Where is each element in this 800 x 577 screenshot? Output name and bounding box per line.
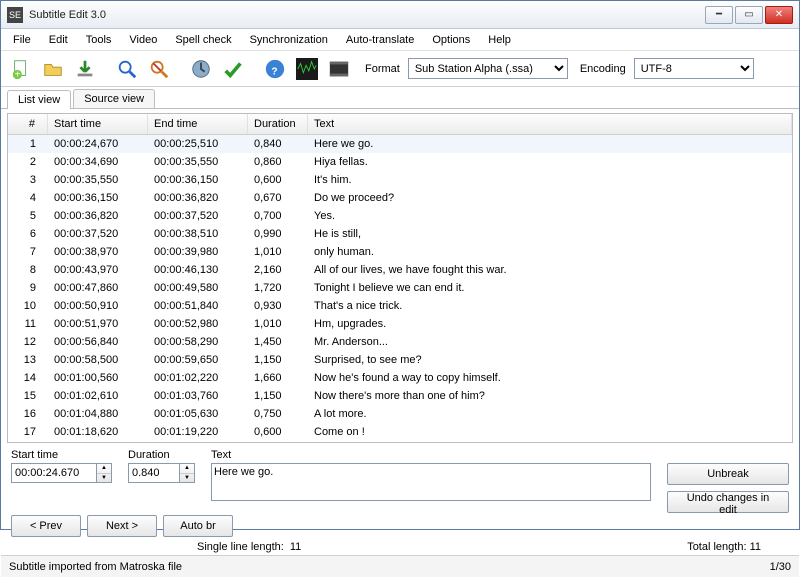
title-bar: SE Subtitle Edit 3.0 ━ ▭ ✕ (1, 1, 799, 29)
table-row[interactable]: 500:00:36,82000:00:37,5200,700Yes. (8, 207, 792, 225)
col-duration[interactable]: Duration (248, 114, 308, 134)
table-row[interactable]: 1600:01:04,88000:01:05,6300,750A lot mor… (8, 405, 792, 423)
duration-spinner[interactable]: ▲▼ (180, 463, 195, 483)
menu-edit[interactable]: Edit (41, 32, 76, 48)
table-row[interactable]: 1400:01:00,56000:01:02,2201,660Now he's … (8, 369, 792, 387)
duration-label: Duration (128, 449, 195, 461)
autobr-button[interactable]: Auto br (163, 515, 233, 537)
text-input[interactable] (211, 463, 651, 501)
table-row[interactable]: 1200:00:56,84000:00:58,2901,450Mr. Ander… (8, 333, 792, 351)
table-row[interactable]: 1100:00:51,97000:00:52,9801,010Hm, upgra… (8, 315, 792, 333)
table-row[interactable]: 700:00:38,97000:00:39,9801,010only human… (8, 243, 792, 261)
length-row: Single line length: 11 Total length: 11 (1, 541, 799, 555)
maximize-button[interactable]: ▭ (735, 6, 763, 24)
col-text[interactable]: Text (308, 114, 792, 134)
col-num[interactable]: # (8, 114, 48, 134)
table-row[interactable]: 600:00:37,52000:00:38,5100,990He is stil… (8, 225, 792, 243)
list-rows[interactable]: 100:00:24,67000:00:25,5100,840Here we go… (8, 135, 792, 441)
start-time-spinner[interactable]: ▲▼ (97, 463, 112, 483)
spellcheck-icon[interactable] (219, 55, 247, 83)
start-time-label: Start time (11, 449, 112, 461)
table-row[interactable]: 1700:01:18,62000:01:19,2200,600Come on ! (8, 423, 792, 441)
menu-sync[interactable]: Synchronization (242, 32, 336, 48)
menu-bar: File Edit Tools Video Spell check Synchr… (1, 29, 799, 51)
table-row[interactable]: 800:00:43,97000:00:46,1302,160All of our… (8, 261, 792, 279)
toolbar: + ? Format Sub Station Alpha (.ssa) Enco… (1, 51, 799, 87)
duration-input[interactable] (128, 463, 180, 483)
tab-list-view[interactable]: List view (7, 90, 71, 109)
menu-video[interactable]: Video (121, 32, 165, 48)
menu-file[interactable]: File (5, 32, 39, 48)
tab-strip: List view Source view (1, 87, 799, 109)
app-icon: SE (7, 7, 23, 23)
open-file-icon[interactable] (39, 55, 67, 83)
table-row[interactable]: 1300:00:58,50000:00:59,6501,150Surprised… (8, 351, 792, 369)
unbreak-button[interactable]: Unbreak (667, 463, 789, 485)
tab-source-view[interactable]: Source view (73, 89, 155, 108)
menu-help[interactable]: Help (480, 32, 519, 48)
status-counter: 1/30 (770, 561, 791, 573)
menu-spellcheck[interactable]: Spell check (167, 32, 239, 48)
video-icon[interactable] (325, 55, 353, 83)
status-bar: Subtitle imported from Matroska file 1/3… (1, 555, 799, 577)
start-time-input[interactable] (11, 463, 97, 483)
format-label: Format (365, 63, 400, 75)
nav-row: < Prev Next > Auto br (1, 515, 799, 541)
menu-tools[interactable]: Tools (78, 32, 120, 48)
replace-icon[interactable] (145, 55, 173, 83)
list-header: # Start time End time Duration Text (8, 114, 792, 135)
menu-autotranslate[interactable]: Auto-translate (338, 32, 422, 48)
prev-button[interactable]: < Prev (11, 515, 81, 537)
col-end[interactable]: End time (148, 114, 248, 134)
window-title: Subtitle Edit 3.0 (29, 9, 705, 21)
save-file-icon[interactable] (71, 55, 99, 83)
undo-edit-button[interactable]: Undo changes in edit (667, 491, 789, 513)
subtitle-list: # Start time End time Duration Text 100:… (7, 113, 793, 443)
table-row[interactable]: 1000:00:50,91000:00:51,8400,930That's a … (8, 297, 792, 315)
encoding-select[interactable]: UTF-8 (634, 58, 754, 79)
single-line-length-value: 11 (290, 541, 301, 553)
status-message: Subtitle imported from Matroska file (9, 561, 182, 573)
waveform-icon[interactable] (293, 55, 321, 83)
help-icon[interactable]: ? (261, 55, 289, 83)
format-select[interactable]: Sub Station Alpha (.ssa) (408, 58, 568, 79)
encoding-label: Encoding (580, 63, 626, 75)
edit-panel: Start time ▲▼ Duration ▲▼ Text Unbreak U… (1, 443, 799, 515)
total-length-label: Total length: (687, 541, 746, 553)
table-row[interactable]: 1500:01:02,61000:01:03,7601,150Now there… (8, 387, 792, 405)
col-start[interactable]: Start time (48, 114, 148, 134)
single-line-length-label: Single line length: (197, 541, 284, 553)
menu-options[interactable]: Options (424, 32, 478, 48)
next-button[interactable]: Next > (87, 515, 157, 537)
svg-text:?: ? (271, 66, 277, 77)
find-icon[interactable] (113, 55, 141, 83)
total-length-value: 11 (750, 541, 761, 553)
minimize-button[interactable]: ━ (705, 6, 733, 24)
table-row[interactable]: 400:00:36,15000:00:36,8200,670Do we proc… (8, 189, 792, 207)
table-row[interactable]: 300:00:35,55000:00:36,1500,600It's him. (8, 171, 792, 189)
table-row[interactable]: 200:00:34,69000:00:35,5500,860Hiya fella… (8, 153, 792, 171)
text-label: Text (211, 449, 651, 461)
svg-text:+: + (15, 69, 21, 80)
close-button[interactable]: ✕ (765, 6, 793, 24)
table-row[interactable]: 900:00:47,86000:00:49,5801,720Tonight I … (8, 279, 792, 297)
table-row[interactable]: 100:00:24,67000:00:25,5100,840Here we go… (8, 135, 792, 153)
visual-sync-icon[interactable] (187, 55, 215, 83)
new-file-icon[interactable]: + (7, 55, 35, 83)
